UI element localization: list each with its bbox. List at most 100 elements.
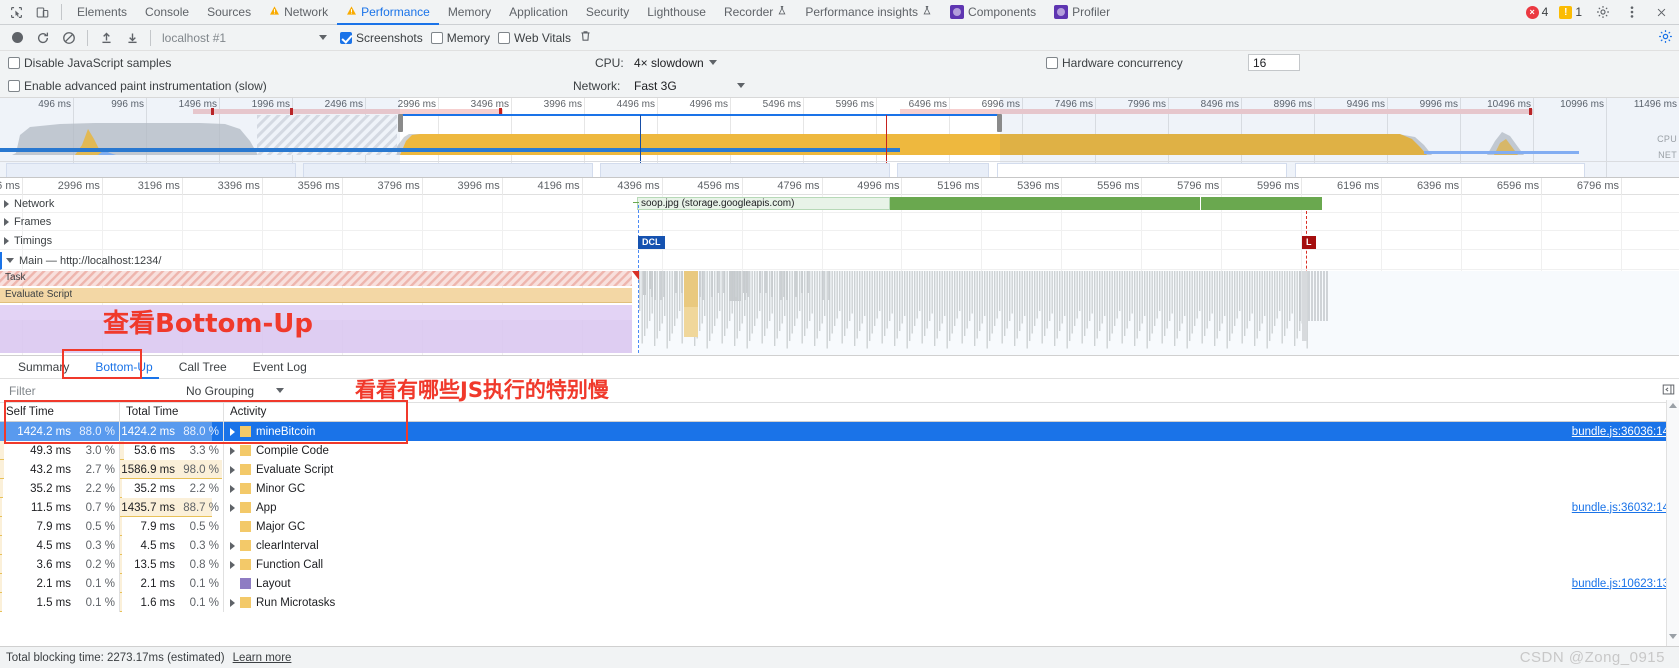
tab-lighthouse[interactable]: Lighthouse: [638, 0, 715, 25]
hardware-concurrency-checkbox[interactable]: Hardware concurrency: [1046, 56, 1183, 70]
column-header-activity[interactable]: Activity: [224, 403, 1679, 422]
timeline-overview[interactable]: 496 ms 996 ms 1496 ms 1996 ms 2496 ms 2996 ms…: [0, 98, 1679, 178]
inspect-icon[interactable]: [3, 0, 29, 24]
table-row[interactable]: 49.3 ms 3.0 % 53.6 ms 3.3 % Compile Code: [0, 441, 1679, 460]
track-frames[interactable]: Frames: [0, 213, 1679, 231]
tab-components[interactable]: Components: [941, 0, 1045, 25]
gear-icon[interactable]: [1590, 0, 1616, 24]
row-expander-icon[interactable]: [230, 541, 235, 550]
devtools-tabbar: Elements Console Sources Network Perform…: [0, 0, 1679, 25]
main-sub-task-2[interactable]: [684, 307, 698, 337]
tab-event-log[interactable]: Event Log: [241, 355, 319, 379]
tabbar-divider: [61, 4, 62, 20]
row-expander-icon[interactable]: [230, 446, 235, 455]
row-expander-icon[interactable]: [230, 598, 235, 607]
table-row[interactable]: 43.2 ms 2.7 % 1586.9 ms 98.0 % Evaluate Scri…: [0, 460, 1679, 479]
source-link[interactable]: bundle.js:36036:14: [1572, 426, 1669, 438]
error-count-badge[interactable]: × 4: [1523, 4, 1554, 20]
close-icon[interactable]: [1648, 0, 1674, 24]
table-row[interactable]: 1.5 ms 0.1 % 1.6 ms 0.1 % Run Microtasks: [0, 593, 1679, 612]
record-button[interactable]: [5, 27, 29, 49]
advanced-paint-checkbox[interactable]: Enable advanced paint instrumentation (s…: [8, 79, 267, 93]
tab-call-tree[interactable]: Call Tree: [167, 355, 239, 379]
row-expander-icon[interactable]: [230, 484, 235, 493]
evaluate-script-bar[interactable]: [0, 288, 632, 303]
network-request-bar[interactable]: [889, 197, 1322, 210]
warning-triangle-icon: [346, 5, 357, 19]
tab-memory[interactable]: Memory: [439, 0, 500, 25]
table-row[interactable]: 1424.2 ms 88.0 % 1424.2 ms 88.0 % mineBitcoi…: [0, 422, 1679, 441]
table-row[interactable]: 4.5 ms 0.3 % 4.5 ms 0.3 % clearInterval: [0, 536, 1679, 555]
column-header-self-time[interactable]: Self Time: [0, 402, 120, 422]
trash-icon[interactable]: [579, 29, 592, 46]
tab-console[interactable]: Console: [136, 0, 198, 25]
grouping-select[interactable]: No Grouping: [186, 384, 285, 398]
timeline-tick: 4596 ms: [697, 178, 743, 195]
source-link[interactable]: bundle.js:10623:13: [1572, 578, 1669, 590]
tab-recorder[interactable]: Recorder: [715, 0, 796, 25]
tab-performance[interactable]: Performance: [337, 0, 439, 25]
table-row[interactable]: 7.9 ms 0.5 % 7.9 ms 0.5 % Major GC: [0, 517, 1679, 536]
load-marker[interactable]: L: [1302, 236, 1316, 249]
column-header-total-time[interactable]: Total Time: [120, 402, 224, 422]
timeline-ruler[interactable]: 96 ms 2996 ms 3196 ms 3396 ms 3596 ms 3796 ms…: [0, 178, 1679, 195]
network-value: Fast 3G: [634, 78, 677, 93]
table-row[interactable]: 35.2 ms 2.2 % 35.2 ms 2.2 % Minor GC: [0, 479, 1679, 498]
flame-chart[interactable]: Network Frames Timings Main — http://loc…: [0, 195, 1679, 355]
timeline-tick: 5196 ms: [937, 178, 983, 195]
clear-recording-button[interactable]: [57, 27, 81, 49]
dcl-marker[interactable]: DCL: [638, 236, 665, 249]
tab-summary[interactable]: Summary: [6, 355, 81, 379]
table-scrollbar[interactable]: [1666, 400, 1679, 646]
tab-network[interactable]: Network: [260, 0, 337, 25]
table-row[interactable]: 11.5 ms 0.7 % 1435.7 ms 88.7 % App bundle.js:…: [0, 498, 1679, 517]
tab-security[interactable]: Security: [577, 0, 638, 25]
overview-handle-right[interactable]: [997, 114, 1002, 132]
scroll-up-icon[interactable]: [1669, 403, 1677, 408]
disable-js-samples-checkbox[interactable]: Disable JavaScript samples: [8, 56, 171, 70]
hardware-concurrency-input[interactable]: 16: [1248, 54, 1300, 71]
table-row[interactable]: 2.1 ms 0.1 % 2.1 ms 0.1 % Layout bundle.js:10…: [0, 574, 1679, 593]
network-request-chip[interactable]: soop.jpg (storage.googleapis.com): [637, 197, 890, 210]
tab-elements[interactable]: Elements: [68, 0, 136, 25]
overview-filmstrip[interactable]: [0, 161, 1679, 177]
collapse-sidebar-icon[interactable]: [1662, 383, 1675, 399]
warning-count-badge[interactable]: ! 1: [1556, 4, 1587, 20]
row-expander-icon[interactable]: [230, 503, 235, 512]
track-timings[interactable]: Timings: [0, 232, 1679, 250]
device-toolbar-icon[interactable]: [29, 0, 55, 24]
kebab-menu-icon[interactable]: [1619, 0, 1645, 24]
cell-total-time: 1424.2 ms 88.0 %: [120, 422, 224, 441]
reload-and-record-button[interactable]: [31, 27, 55, 49]
timeline-tick-label: 5996 ms: [1257, 180, 1300, 192]
memory-checkbox[interactable]: Memory: [430, 31, 490, 45]
activity-color-swatch: [240, 578, 251, 589]
timeline-tick: 4796 ms: [777, 178, 823, 195]
track-main[interactable]: Main — http://localhost:1234/: [0, 252, 1679, 270]
load-profile-icon[interactable]: [94, 27, 118, 49]
capture-settings-gear-icon[interactable]: [1658, 29, 1673, 47]
network-throttling-select[interactable]: Fast 3G: [634, 79, 745, 93]
tab-label: Network: [284, 5, 329, 19]
row-expander-icon[interactable]: [230, 427, 235, 436]
web-vitals-checkbox[interactable]: Web Vitals: [498, 31, 571, 45]
tab-bottom-up[interactable]: Bottom-Up: [83, 355, 164, 379]
target-select[interactable]: localhost #1: [157, 28, 332, 47]
timeline-tick: 4396 ms: [617, 178, 663, 195]
source-link[interactable]: bundle.js:36032:14: [1572, 502, 1669, 514]
row-expander-icon[interactable]: [230, 560, 235, 569]
cell-self-time: 1424.2 ms 88.0 %: [0, 422, 120, 441]
tab-profiler[interactable]: Profiler: [1045, 0, 1119, 25]
filter-input[interactable]: Filter: [6, 382, 166, 400]
cpu-throttling-select[interactable]: 4× slowdown: [634, 56, 717, 70]
scroll-down-icon[interactable]: [1669, 634, 1677, 639]
screenshots-checkbox[interactable]: Screenshots: [340, 31, 423, 45]
overview-handle-left[interactable]: [398, 114, 403, 132]
save-profile-icon[interactable]: [120, 27, 144, 49]
table-row[interactable]: 3.6 ms 0.2 % 13.5 ms 0.8 % Function Call: [0, 555, 1679, 574]
tab-sources[interactable]: Sources: [198, 0, 260, 25]
row-expander-icon[interactable]: [230, 465, 235, 474]
tab-application[interactable]: Application: [500, 0, 577, 25]
tab-performance-insights[interactable]: Performance insights: [796, 0, 941, 25]
learn-more-link[interactable]: Learn more: [233, 652, 292, 664]
